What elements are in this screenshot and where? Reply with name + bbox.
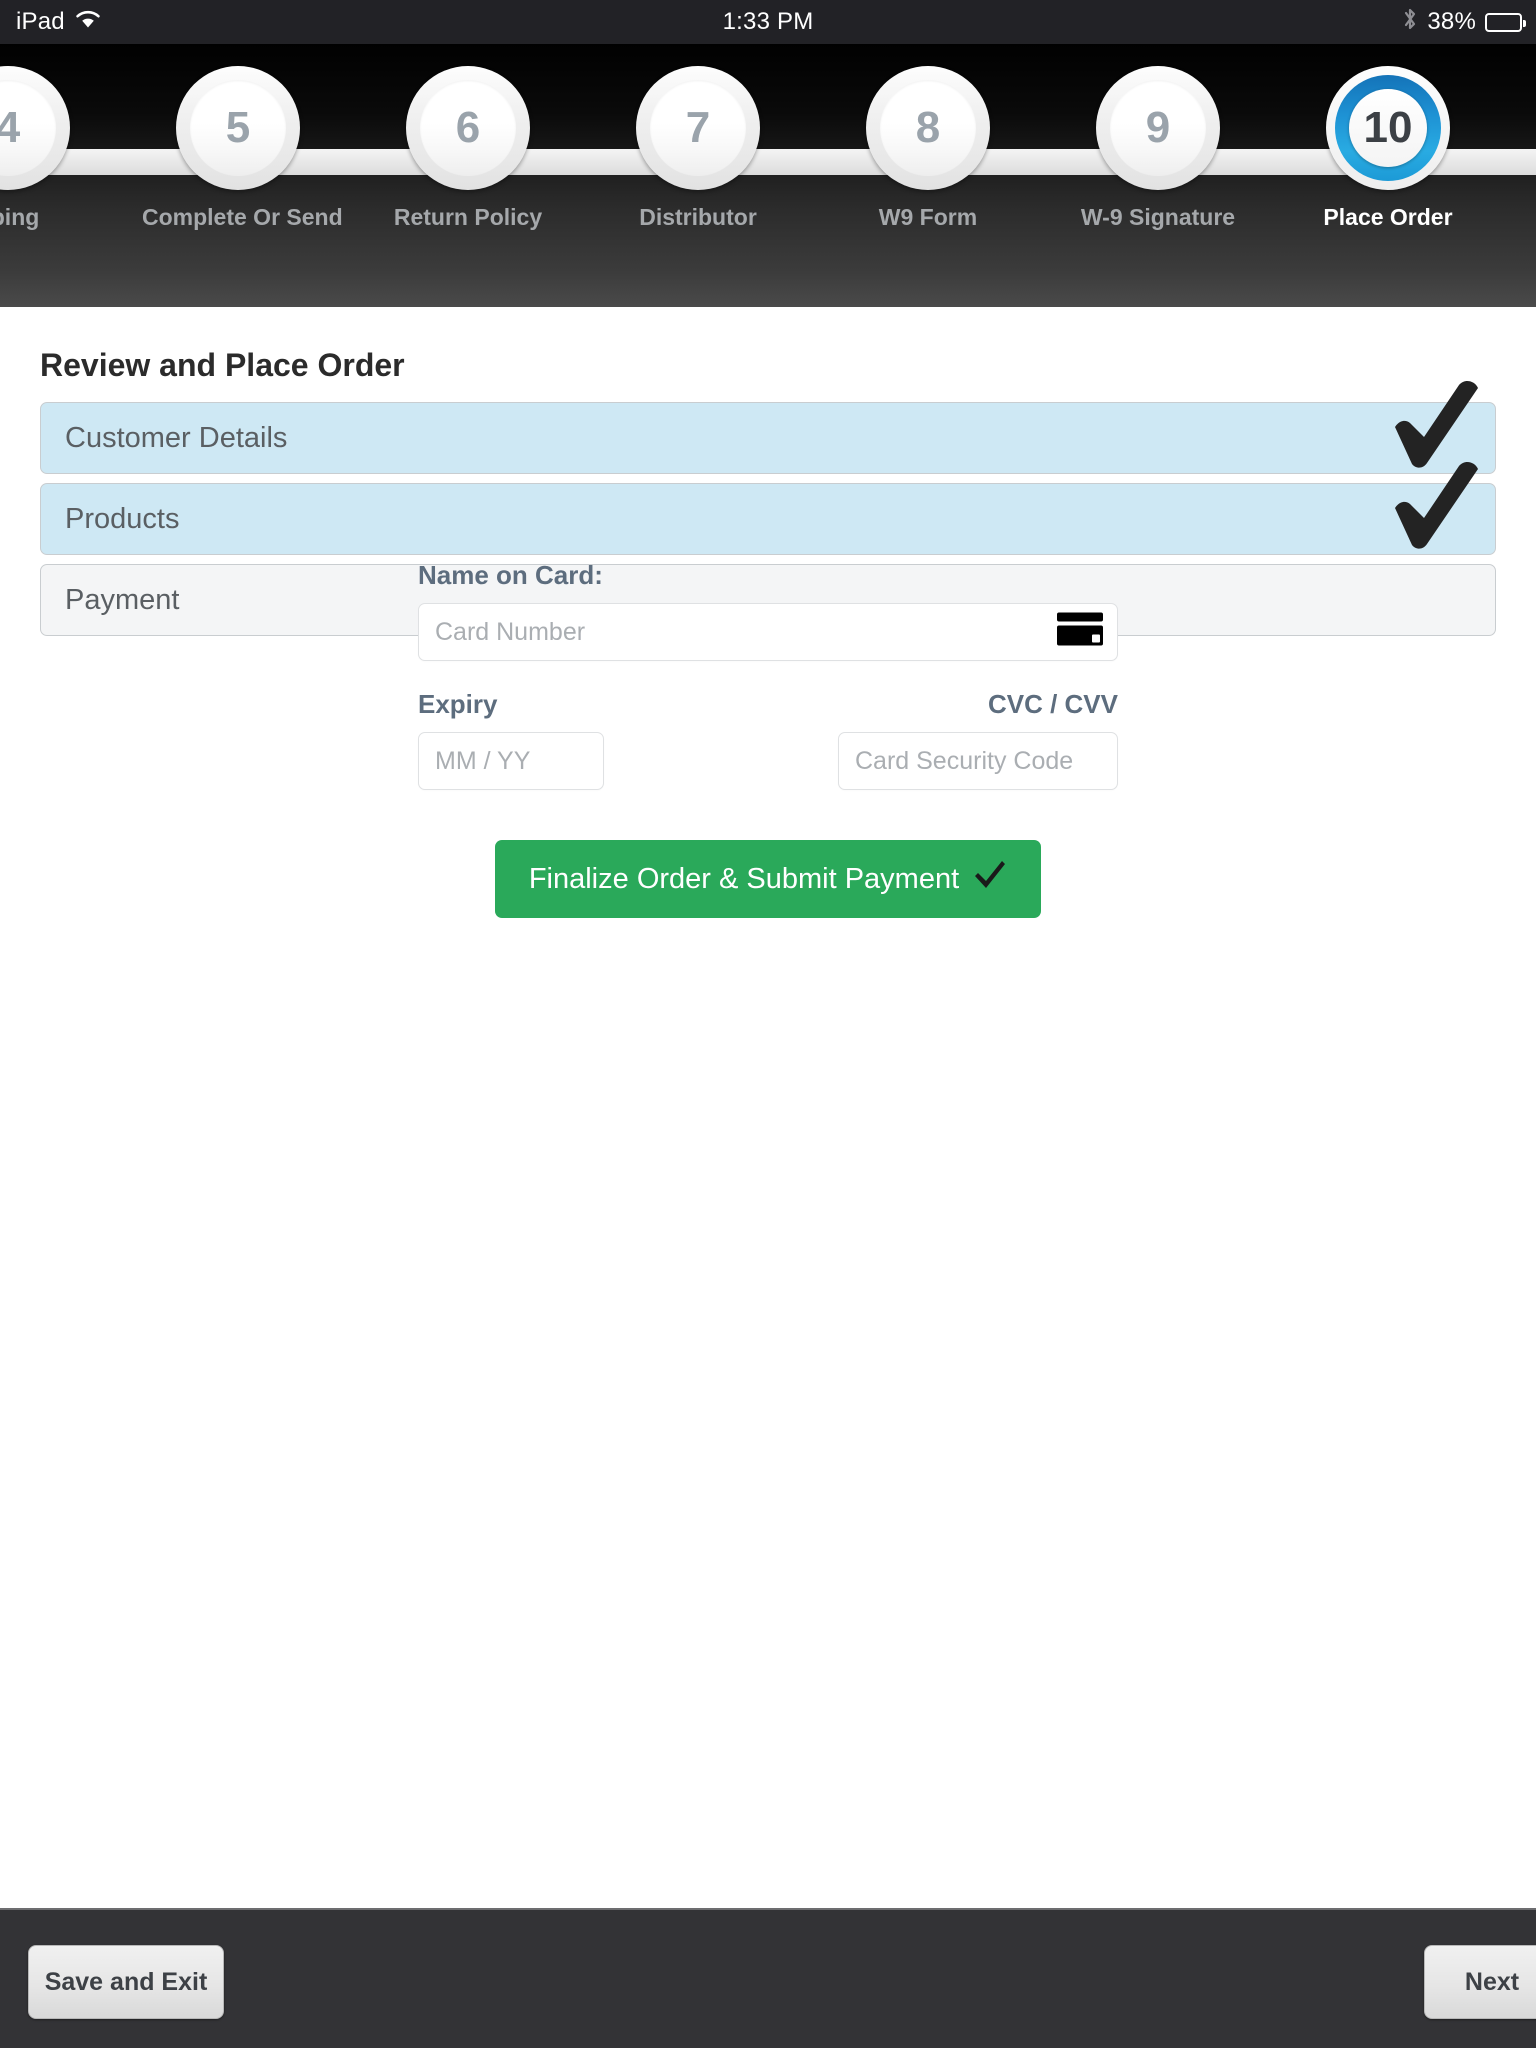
expiry-field-group: Expiry MM / YY bbox=[418, 689, 604, 790]
accordion-section-label: Customer Details bbox=[65, 421, 288, 454]
expiry-placeholder: MM / YY bbox=[435, 746, 531, 775]
cvc-placeholder: Card Security Code bbox=[855, 746, 1074, 775]
accordion-section-label: Payment bbox=[65, 583, 180, 616]
step-circle: 5 bbox=[176, 66, 300, 190]
ios-status-bar: iPad 1:33 PM 38% bbox=[0, 0, 1536, 44]
page-title: Review and Place Order bbox=[40, 347, 405, 383]
finalize-button-label: Finalize Order & Submit Payment bbox=[528, 862, 960, 895]
card-number-input[interactable]: Card Number bbox=[418, 603, 1118, 661]
check-icon bbox=[973, 859, 1007, 899]
accordion-section-label: Products bbox=[65, 502, 180, 535]
section-check-icon bbox=[1389, 460, 1485, 556]
next-button[interactable]: Next bbox=[1424, 1945, 1536, 2019]
step-label: W-9 Signature bbox=[1080, 204, 1236, 230]
step-number: 6 bbox=[420, 80, 516, 176]
step-circle: 6 bbox=[406, 66, 530, 190]
accordion-section[interactable]: Products bbox=[40, 462, 1496, 555]
step-label: Complete Or Send bbox=[142, 204, 343, 230]
section-check-icon bbox=[1389, 379, 1485, 475]
progress-stepper: 4 pping 5 Complete Or Send 6 Return Policy 7 Di… bbox=[0, 44, 1536, 307]
stepper-step-4[interactable]: 4 pping bbox=[0, 66, 104, 231]
step-circle: 4 bbox=[0, 66, 70, 190]
payment-form: Name on Card: Card Number Expiry MM / YY bbox=[418, 560, 1118, 918]
status-bar-clock: 1:33 PM bbox=[722, 8, 814, 35]
stepper-step-10[interactable]: 10 Place Order bbox=[1292, 66, 1484, 231]
expiry-input[interactable]: MM / YY bbox=[418, 732, 604, 790]
save-and-exit-button[interactable]: Save and Exit bbox=[28, 1945, 224, 2019]
step-label: W9 Form bbox=[878, 204, 978, 230]
step-circle: 10 bbox=[1326, 66, 1450, 190]
step-number: 5 bbox=[190, 80, 286, 176]
step-number: 10 bbox=[1349, 89, 1427, 167]
stepper-step-9[interactable]: 9 W-9 Signature bbox=[1062, 66, 1254, 231]
battery-percent-label: 38% bbox=[1427, 8, 1476, 35]
cvc-label: CVC / CVV bbox=[987, 689, 1118, 719]
accordion-section[interactable]: Customer Details bbox=[40, 381, 1496, 474]
name-on-card-label: Name on Card: bbox=[418, 560, 603, 590]
step-label: Distributor bbox=[639, 204, 757, 230]
step-circle: 8 bbox=[866, 66, 990, 190]
step-number: 8 bbox=[880, 80, 976, 176]
stepper-step-5[interactable]: 5 Complete Or Send bbox=[142, 66, 343, 231]
stepper-steps: 4 pping 5 Complete Or Send 6 Return Policy 7 Di… bbox=[0, 44, 1536, 307]
stepper-step-8[interactable]: 8 W9 Form bbox=[832, 66, 1024, 231]
status-bar-right: 38% bbox=[1402, 6, 1526, 39]
credit-card-icon bbox=[1057, 612, 1103, 653]
step-circle: 9 bbox=[1096, 66, 1220, 190]
card-number-placeholder: Card Number bbox=[435, 617, 586, 646]
expiry-cvc-row: Expiry MM / YY CVC / CVV Card Security C… bbox=[418, 689, 1118, 790]
cvc-field-group: CVC / CVV Card Security Code bbox=[838, 689, 1118, 790]
app-root: iPad 1:33 PM 38% 4pping5Complete Or bbox=[0, 0, 1536, 2048]
step-number: 7 bbox=[650, 80, 746, 176]
main-content: Review and Place Order Customer Details P… bbox=[0, 307, 1536, 1908]
bluetooth-icon bbox=[1402, 6, 1418, 39]
step-label: Place Order bbox=[1323, 204, 1453, 230]
cvc-input[interactable]: Card Security Code bbox=[838, 732, 1118, 790]
stepper-step-6[interactable]: 6 Return Policy bbox=[372, 66, 564, 231]
expiry-label: Expiry bbox=[418, 689, 498, 719]
finalize-order-button[interactable]: Finalize Order & Submit Payment bbox=[494, 840, 1042, 918]
step-circle: 7 bbox=[636, 66, 760, 190]
battery-icon bbox=[1485, 12, 1526, 32]
step-number: 9 bbox=[1110, 80, 1206, 176]
finalize-button-wrap: Finalize Order & Submit Payment bbox=[418, 840, 1118, 918]
step-number: 4 bbox=[0, 80, 56, 176]
bottom-toolbar: Save and Exit Next bbox=[0, 1908, 1536, 2048]
stepper-step-7[interactable]: 7 Distributor bbox=[602, 66, 794, 231]
step-label: Return Policy bbox=[393, 204, 543, 230]
step-label: pping bbox=[0, 204, 40, 230]
